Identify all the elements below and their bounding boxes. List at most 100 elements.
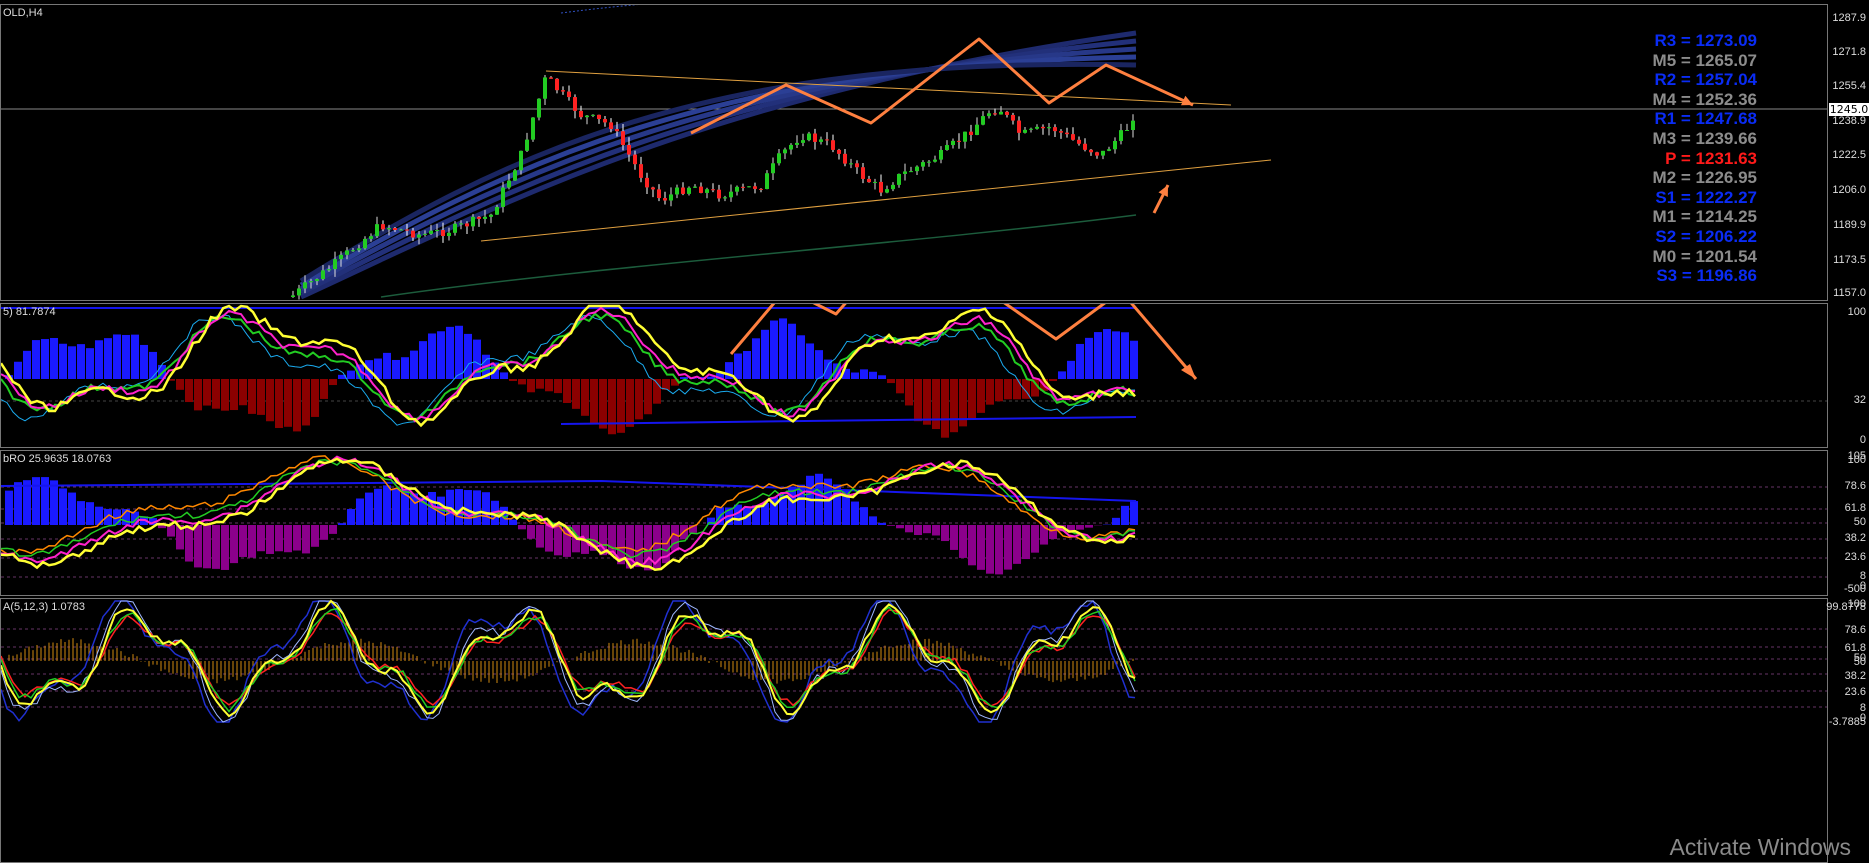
- pivot-level-m2: M2 = 1226.95: [1652, 168, 1757, 188]
- candle: [321, 270, 325, 280]
- indicator-pane-2[interactable]: bRO 25.9635 18.0763: [0, 450, 1828, 596]
- indicator-pane-1[interactable]: 5) 81.7874: [0, 303, 1828, 448]
- price-tick: 1173.5: [1833, 254, 1866, 266]
- scale-tick: 23.6: [1844, 551, 1866, 563]
- candle: [711, 189, 715, 191]
- candle: [735, 186, 739, 192]
- histogram-bar: [266, 525, 274, 554]
- candle: [639, 164, 643, 178]
- histogram-bar: [212, 525, 220, 569]
- histogram-bar: [923, 379, 931, 425]
- candle: [693, 186, 697, 188]
- histogram-bar: [797, 335, 805, 379]
- indicator-3-label: A(5,12,3) 1.0783: [3, 601, 85, 613]
- candle: [597, 114, 601, 120]
- histogram-bar: [302, 379, 310, 426]
- histogram-bar: [347, 509, 355, 525]
- candle: [801, 140, 805, 143]
- indicator-3-scale: 100 99.8778 78.6 61.8 50 50 38.2 23.6 8 …: [1826, 598, 1869, 863]
- histogram-bar: [1094, 332, 1102, 379]
- indicator-2-plot[interactable]: [1, 451, 1828, 596]
- histogram-bar: [86, 502, 94, 525]
- candle: [891, 184, 895, 190]
- price-chart[interactable]: [1, 5, 1828, 301]
- candle: [909, 171, 913, 173]
- histogram-bar: [338, 523, 346, 525]
- candle: [1089, 149, 1093, 153]
- candle: [825, 139, 829, 141]
- histogram-bar: [131, 334, 139, 379]
- candle: [705, 189, 709, 193]
- histogram-bar: [1076, 343, 1084, 379]
- histogram-bar: [275, 379, 283, 428]
- histogram-bar: [788, 486, 796, 525]
- candle: [837, 149, 841, 154]
- histogram-bar: [968, 525, 976, 566]
- candle: [855, 163, 859, 168]
- main-chart-pane[interactable]: OLD,H4 R3 = 1273.09 M5 = 1265.07 R2 = 1257…: [0, 4, 1828, 301]
- histogram-bar: [1067, 360, 1075, 379]
- moving-average-band: [299, 54, 1137, 288]
- candle: [651, 187, 655, 190]
- candle: [675, 187, 679, 195]
- candle: [363, 238, 367, 249]
- candle: [411, 230, 415, 238]
- pivot-level-m3: M3 = 1239.66: [1652, 128, 1757, 148]
- candle: [963, 131, 967, 142]
- candle: [423, 233, 427, 235]
- candle: [1095, 152, 1099, 156]
- histogram-bar: [1031, 525, 1039, 553]
- histogram-bar: [203, 525, 211, 569]
- histogram-bar: [923, 525, 931, 534]
- histogram-bar: [284, 525, 292, 553]
- candle: [549, 77, 553, 79]
- candle: [753, 186, 757, 189]
- candle: [723, 197, 727, 199]
- histogram-bar: [527, 379, 535, 393]
- histogram-bar: [1004, 525, 1012, 570]
- histogram-bar: [500, 372, 508, 379]
- histogram-bar: [626, 379, 634, 427]
- histogram-bar: [14, 361, 22, 379]
- histogram-bar: [959, 525, 967, 558]
- histogram-bar: [1013, 379, 1021, 400]
- candle: [333, 259, 337, 270]
- candle: [387, 228, 391, 230]
- candle: [1017, 120, 1021, 133]
- lower-band: [560, 416, 1137, 425]
- candle: [507, 180, 511, 188]
- candle: [429, 230, 433, 234]
- indicator-1-plot[interactable]: [1, 304, 1828, 448]
- moving-average-band: [299, 46, 1137, 292]
- histogram-bar: [1121, 505, 1129, 525]
- histogram-bar: [554, 525, 562, 556]
- price-scale[interactable]: 1287.9 1271.8 1255.4 1238.9 1222.5 1206.…: [1828, 4, 1869, 301]
- pivot-level-s1: S1 = 1222.27: [1655, 187, 1757, 207]
- scale-tick: 100: [1847, 454, 1866, 466]
- candle: [921, 162, 925, 167]
- histogram-bar: [167, 525, 175, 537]
- histogram-bar: [995, 525, 1003, 575]
- histogram-bar: [1112, 517, 1120, 525]
- candle: [1119, 130, 1123, 141]
- histogram-bar: [545, 525, 553, 552]
- candle: [435, 230, 439, 232]
- histogram-bar: [104, 508, 112, 525]
- histogram-bar: [986, 379, 994, 405]
- histogram-bar: [194, 379, 202, 411]
- histogram-bar: [455, 489, 463, 525]
- candle: [873, 181, 877, 183]
- histogram-bar: [104, 338, 112, 379]
- candle: [933, 159, 937, 162]
- histogram-bar: [905, 525, 913, 533]
- indicator-3-plot[interactable]: [1, 599, 1828, 863]
- histogram-bar: [977, 525, 985, 570]
- indicator-pane-3[interactable]: A(5,12,3) 1.0783: [0, 598, 1828, 863]
- histogram-bar: [968, 379, 976, 419]
- pivot-level-m0: M0 = 1201.54: [1652, 246, 1757, 266]
- candle: [885, 189, 889, 193]
- histogram-bar: [185, 525, 193, 562]
- histogram-bar: [932, 379, 940, 430]
- histogram-bar: [869, 371, 877, 379]
- histogram-bar: [608, 379, 616, 435]
